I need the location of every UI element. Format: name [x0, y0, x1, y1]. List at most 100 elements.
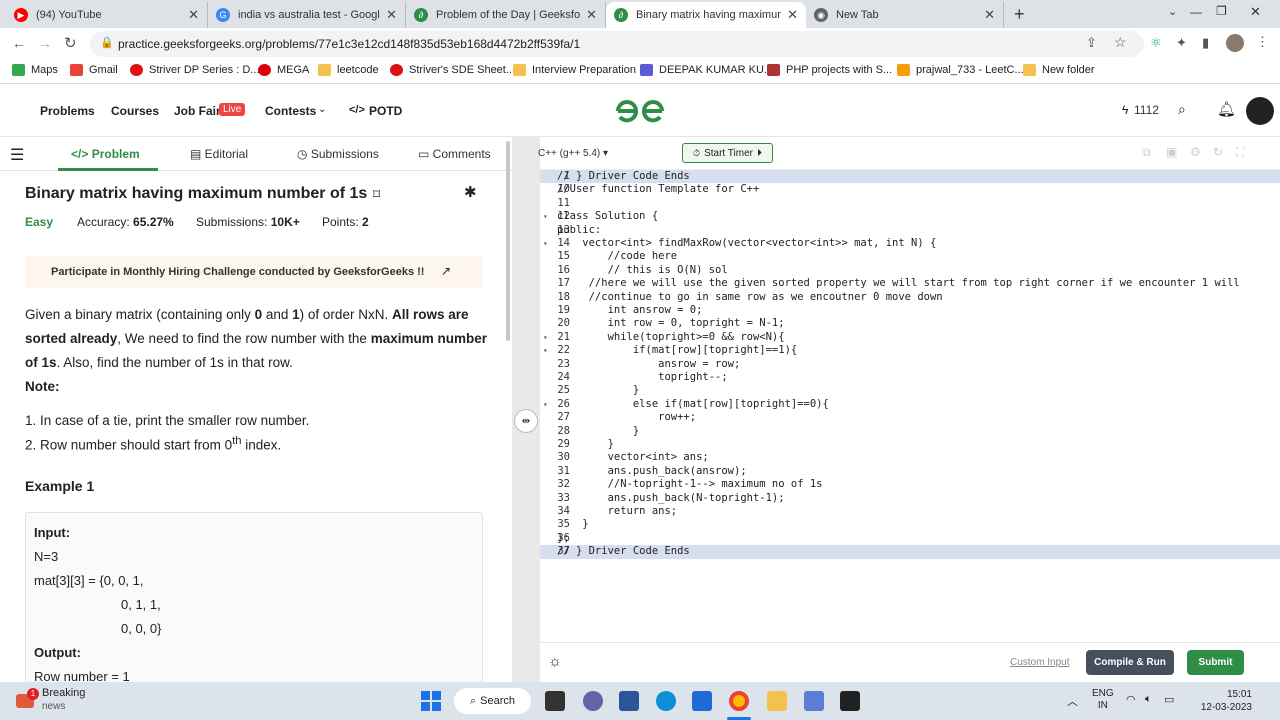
code-line[interactable]: 30 vector<int> ans;: [540, 451, 1280, 464]
search-icon[interactable]: ⌕: [1178, 101, 1186, 118]
reset-icon[interactable]: ↻: [1213, 145, 1223, 159]
extensions-icon[interactable]: ✦: [1176, 35, 1187, 51]
forward-icon[interactable]: →: [38, 35, 52, 51]
bookmark-mega[interactable]: MEGA: [258, 64, 309, 76]
tab-comments[interactable]: ▭ Comments: [418, 147, 491, 161]
language-indicator[interactable]: ENG IN: [1092, 688, 1114, 712]
settings-icon[interactable]: ⚙: [1190, 145, 1201, 159]
bookmark-striver-sde[interactable]: Striver's SDE Sheet...: [390, 64, 515, 76]
code-line[interactable]: 28 }: [540, 425, 1280, 438]
bookmark-gmail[interactable]: Gmail: [70, 64, 118, 76]
code-line[interactable]: 29 }: [540, 438, 1280, 451]
code-line[interactable]: 26 ▾ else if(mat[row][topright]==0){: [540, 398, 1280, 411]
browser-tab-google[interactable]: G india vs australia test - Google Se ✕: [208, 2, 406, 28]
hiring-challenge-banner[interactable]: Participate in Monthly Hiring Challenge …: [25, 256, 483, 288]
reload-icon[interactable]: ↻: [64, 34, 77, 52]
code-line[interactable]: 10//User function Template for C++: [540, 183, 1280, 196]
browser-tab-binary-matrix[interactable]: ∂ Binary matrix having maximum n ✕: [606, 2, 806, 28]
file-explorer-icon[interactable]: [767, 691, 787, 711]
code-line[interactable]: 15 //code here: [540, 250, 1280, 263]
browser-tab-potd[interactable]: ∂ Problem of the Day | GeeksforGee ✕: [406, 2, 606, 28]
tab-problem[interactable]: </> Problem: [71, 147, 140, 161]
extension-react-icon[interactable]: ⚛: [1150, 35, 1162, 51]
code-line[interactable]: 37// } Driver Code Ends: [540, 545, 1280, 559]
back-icon[interactable]: ←: [12, 35, 26, 51]
share-icon[interactable]: ⇪: [1086, 35, 1097, 51]
url-field[interactable]: 🔒 practice.geeksforgeeks.org/problems/77…: [90, 31, 1144, 57]
code-line[interactable]: 23 ansrow = row;: [540, 358, 1280, 371]
bookmark-interview-prep[interactable]: Interview Preparation: [513, 64, 636, 76]
volume-icon[interactable]: 🔈︎: [1145, 693, 1152, 706]
taskbar-search[interactable]: ⌕ Search: [454, 688, 531, 714]
fold-arrow-icon[interactable]: ▾: [543, 344, 548, 357]
code-line[interactable]: 16 // this is O(N) sol: [540, 264, 1280, 277]
maximize-icon[interactable]: ❐: [1216, 4, 1227, 18]
code-line[interactable]: 35 }: [540, 518, 1280, 531]
task-view-icon[interactable]: [545, 691, 565, 711]
bell-icon[interactable]: 🔔︎: [1217, 100, 1236, 118]
windows-start-icon[interactable]: [421, 691, 441, 711]
code-line[interactable]: 12 ▾ class Solution {: [540, 210, 1280, 223]
code-line[interactable]: 27 row++;: [540, 411, 1280, 424]
close-icon[interactable]: ✕: [386, 7, 397, 23]
menu-dots-icon[interactable]: ⋮: [1256, 34, 1269, 50]
code-line[interactable]: 13 public:: [540, 224, 1280, 237]
profile-avatar[interactable]: [1226, 34, 1244, 52]
tab-submissions[interactable]: ◷ Submissions: [297, 147, 379, 161]
code-line[interactable]: 33 ans.push_back(N-topright-1);: [540, 492, 1280, 505]
start-timer-button[interactable]: ⏱ Start Timer ⏵: [682, 143, 773, 163]
nav-job-fair[interactable]: Job Fair: [174, 104, 221, 118]
nav-contests[interactable]: Contests: [265, 104, 316, 118]
news-title[interactable]: Breaking: [42, 687, 85, 699]
code-line[interactable]: 21 ▾ while(topright>=0 && row<N){: [540, 331, 1280, 344]
lightbulb-icon[interactable]: ☼: [548, 653, 562, 670]
gfg-logo[interactable]: [612, 97, 668, 125]
close-icon[interactable]: ✕: [984, 7, 995, 23]
news-widget-icon[interactable]: 1: [14, 688, 39, 712]
code-line[interactable]: 36};: [540, 532, 1280, 545]
code-line[interactable]: 19 int ansrow = 0;: [540, 304, 1280, 317]
new-tab-icon[interactable]: +: [1014, 4, 1025, 25]
code-line[interactable]: 11: [540, 197, 1280, 210]
fold-arrow-icon[interactable]: ▾: [543, 210, 548, 223]
tab-editorial[interactable]: ▤ Editorial: [190, 147, 248, 161]
nav-courses[interactable]: Courses: [111, 104, 159, 118]
code-line[interactable]: 20 int row = 0, topright = N-1;: [540, 317, 1280, 330]
chrome-icon[interactable]: [729, 691, 749, 711]
bookmark-deepak[interactable]: DEEPAK KUMAR KU...: [640, 64, 773, 76]
edge-icon[interactable]: [656, 691, 676, 711]
copy-icon[interactable]: ⧉: [1142, 145, 1151, 160]
code-line[interactable]: 34 return ans;: [540, 505, 1280, 518]
store-icon[interactable]: [692, 691, 712, 711]
close-icon[interactable]: ✕: [586, 7, 597, 23]
battery-icon[interactable]: ▭: [1164, 693, 1174, 706]
bookmark-icon[interactable]: ⌑: [373, 186, 380, 203]
chevron-up-icon[interactable]: ︿: [1067, 693, 1078, 709]
bookmark-maps[interactable]: Maps: [12, 64, 58, 76]
side-panel-icon[interactable]: ▮: [1202, 35, 1209, 51]
nav-potd[interactable]: POTD: [369, 104, 402, 118]
bookmark-php[interactable]: PHP projects with S...: [767, 64, 892, 76]
clock[interactable]: 15:01 12-03-2023: [1196, 688, 1252, 714]
wifi-icon[interactable]: ◠: [1126, 693, 1136, 706]
hamburger-icon[interactable]: ☰: [10, 145, 24, 165]
bug-report-icon[interactable]: ✱: [464, 183, 477, 201]
chat-icon[interactable]: [583, 691, 603, 711]
browser-tab-youtube[interactable]: ▶ (94) YouTube ✕: [6, 2, 208, 28]
scrollbar[interactable]: [506, 141, 510, 341]
terminal-icon[interactable]: [840, 691, 860, 711]
close-icon[interactable]: ✕: [787, 7, 798, 23]
code-line[interactable]: 1// } Driver Code Ends: [540, 170, 1280, 184]
browser-tab-new[interactable]: ◉ New Tab ✕: [806, 2, 1004, 28]
bookmark-striver-dp[interactable]: Striver DP Series : D...: [130, 64, 259, 76]
bookmark-prajwal[interactable]: prajwal_733 - LeetC...: [897, 64, 1024, 76]
fullscreen-icon[interactable]: ⛶: [1236, 145, 1244, 160]
window-close-icon[interactable]: ✕: [1250, 4, 1261, 20]
code-line[interactable]: 25 }: [540, 384, 1280, 397]
user-avatar[interactable]: [1246, 97, 1274, 125]
code-line[interactable]: 32 //N-topright-1--> maximum no of 1s: [540, 478, 1280, 491]
code-line[interactable]: 31 ans.push_back(ansrow);: [540, 465, 1280, 478]
code-line[interactable]: 17 //here we will use the given sorted p…: [540, 277, 1280, 290]
submit-button[interactable]: Submit: [1187, 650, 1244, 675]
close-icon[interactable]: ✕: [188, 7, 199, 23]
